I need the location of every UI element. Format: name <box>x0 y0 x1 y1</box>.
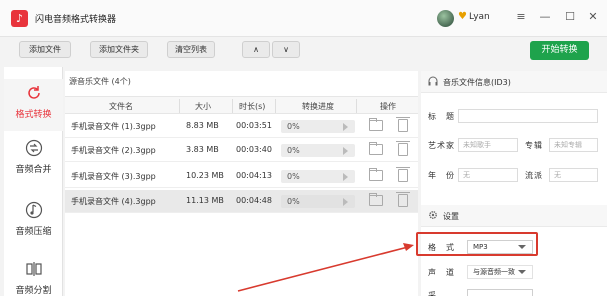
artist-label: 艺术家 <box>428 141 455 150</box>
user-avatar[interactable] <box>437 10 454 27</box>
title-field[interactable] <box>458 109 598 123</box>
progress-percent: 0% <box>287 146 300 155</box>
gear-icon <box>429 211 437 219</box>
merge-icon <box>25 139 42 157</box>
sample-rate-select[interactable] <box>467 289 533 296</box>
file-size: 3.83 MB <box>186 145 219 154</box>
delete-icon[interactable] <box>396 141 410 156</box>
file-name: 手机录音文件 (2).3gpp <box>71 146 156 155</box>
menu-icon[interactable]: ≡ <box>513 9 529 25</box>
app-title: 闪电音频格式转换器 <box>35 15 117 25</box>
id3-section-header: 音乐文件信息(ID3) <box>421 71 607 93</box>
add-folder-button[interactable]: 添加文件夹 <box>90 41 148 58</box>
delete-icon[interactable] <box>396 117 410 132</box>
column-header-size[interactable]: 大小 <box>195 101 211 112</box>
right-panel: 音乐文件信息(ID3) 标 题 艺术家 未知歌手 专辑 未知专辑 年 份 无 流… <box>421 71 607 296</box>
file-duration: 00:04:48 <box>236 196 272 205</box>
compress-icon <box>25 201 42 219</box>
file-list-title: 源音乐文件 (4个) <box>69 77 131 86</box>
file-duration: 00:03:40 <box>236 145 272 154</box>
open-folder-icon[interactable] <box>369 168 383 181</box>
file-name: 手机录音文件 (4).3gpp <box>71 197 156 206</box>
open-folder-icon[interactable] <box>369 193 383 206</box>
maximize-button[interactable]: ☐ <box>562 9 578 25</box>
year-label: 年 份 <box>428 171 455 180</box>
clear-list-button[interactable]: 清空列表 <box>167 41 215 58</box>
progress-percent: 0% <box>287 197 300 206</box>
format-highlight-box <box>416 232 538 256</box>
progress-percent: 0% <box>287 172 300 181</box>
table-row[interactable]: 手机录音文件 (2).3gpp 3.83 MB 00:03:40 0% <box>65 139 418 162</box>
column-header-filename[interactable]: 文件名 <box>109 101 133 112</box>
file-duration: 00:03:51 <box>236 121 272 130</box>
title-bar: ♪ 闪电音频格式转换器 ♥ Lyan ≡ — ☐ ✕ <box>0 0 607 37</box>
column-header-duration[interactable]: 时长(s) <box>239 101 265 112</box>
channel-select[interactable]: 与源音频一致 <box>467 265 533 279</box>
column-divider <box>232 99 233 113</box>
sidebar-item-audio-merge[interactable]: 音频合并 <box>4 139 63 183</box>
progress-percent: 0% <box>287 122 300 131</box>
album-label: 专辑 <box>525 141 543 150</box>
refresh-icon <box>27 86 40 99</box>
sidebar-item-audio-compress[interactable]: 音频压缩 <box>4 201 63 245</box>
delete-icon[interactable] <box>396 192 410 207</box>
open-folder-icon[interactable] <box>369 142 383 155</box>
genre-label: 流派 <box>525 171 543 180</box>
delete-icon[interactable] <box>396 167 410 182</box>
column-divider <box>275 99 276 113</box>
table-row[interactable]: 手机录音文件 (1).3gpp 8.83 MB 00:03:51 0% <box>65 115 418 138</box>
move-down-button[interactable]: ∨ <box>272 41 300 58</box>
play-icon[interactable] <box>343 123 348 131</box>
file-size: 10.23 MB <box>186 171 224 180</box>
sidebar-item-label: 音频合并 <box>15 165 52 175</box>
play-icon[interactable] <box>343 173 348 181</box>
column-divider <box>179 99 180 113</box>
sidebar-item-label: 音频压缩 <box>15 227 52 237</box>
artist-field[interactable]: 未知歌手 <box>458 138 518 152</box>
play-icon[interactable] <box>343 147 348 155</box>
minimize-button[interactable]: — <box>537 9 553 25</box>
sidebar: 格式转换 音频合并 音频压缩 音频分割 <box>4 67 63 296</box>
year-field[interactable]: 无 <box>458 168 518 182</box>
sample-rate-label: 采 <box>428 291 437 296</box>
album-field[interactable]: 未知专辑 <box>549 138 598 152</box>
chevron-down-icon <box>518 270 526 274</box>
title-label: 标 题 <box>428 112 455 121</box>
column-header-actions[interactable]: 操作 <box>380 101 396 112</box>
file-name: 手机录音文件 (3).3gpp <box>71 172 156 181</box>
headphones-icon <box>428 76 438 86</box>
move-up-button[interactable]: ∧ <box>242 41 270 58</box>
file-duration: 00:04:13 <box>236 171 272 180</box>
add-file-button[interactable]: 添加文件 <box>19 41 71 58</box>
file-name: 手机录音文件 (1).3gpp <box>71 122 156 131</box>
vip-heart-icon: ♥ <box>458 11 467 22</box>
genre-field[interactable]: 无 <box>549 168 598 182</box>
table-header: 文件名 大小 时长(s) 转换进度 操作 <box>65 96 418 114</box>
id3-section-title: 音乐文件信息(ID3) <box>443 78 511 87</box>
sidebar-item-audio-split[interactable]: 音频分割 <box>4 260 63 296</box>
settings-section-header: 设置 <box>421 205 607 227</box>
username[interactable]: Lyan <box>469 12 490 22</box>
settings-section-title: 设置 <box>443 212 459 221</box>
sidebar-item-label: 格式转换 <box>15 110 52 120</box>
channel-value: 与源音频一致 <box>473 268 515 276</box>
app-logo-icon: ♪ <box>11 10 28 27</box>
column-header-progress[interactable]: 转换进度 <box>302 101 334 112</box>
start-convert-button[interactable]: 开始转换 <box>530 41 589 60</box>
channel-label: 声 道 <box>428 268 455 277</box>
file-size: 8.83 MB <box>186 121 219 130</box>
column-divider <box>356 99 357 113</box>
close-button[interactable]: ✕ <box>585 9 601 25</box>
open-folder-icon[interactable] <box>369 118 383 131</box>
play-icon[interactable] <box>343 198 348 206</box>
split-icon <box>25 262 42 276</box>
file-list-panel: 源音乐文件 (4个) 文件名 大小 时长(s) 转换进度 操作 手机录音文件 (… <box>65 71 418 296</box>
sidebar-item-label: 音频分割 <box>15 286 52 296</box>
file-size: 11.13 MB <box>186 196 224 205</box>
sidebar-item-format-convert[interactable]: 格式转换 <box>4 79 63 131</box>
table-row-selected[interactable]: 手机录音文件 (4).3gpp 11.13 MB 00:04:48 0% <box>65 190 418 213</box>
table-row[interactable]: 手机录音文件 (3).3gpp 10.23 MB 00:04:13 0% <box>65 165 418 188</box>
